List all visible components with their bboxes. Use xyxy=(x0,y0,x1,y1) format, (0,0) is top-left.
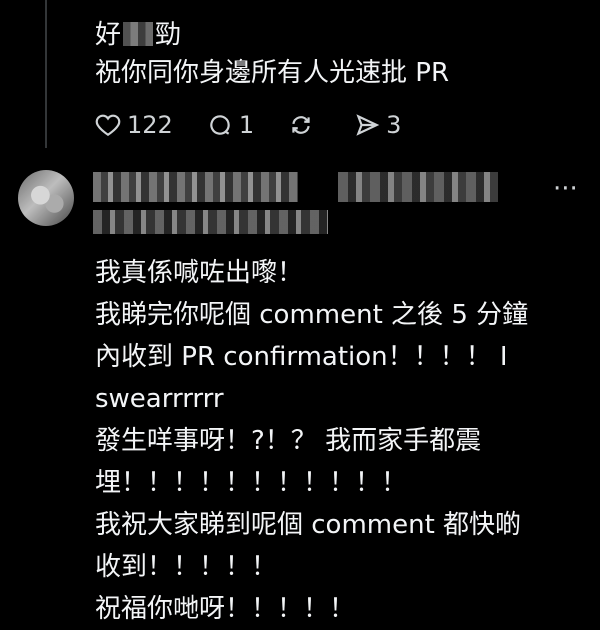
repost-button[interactable] xyxy=(288,112,320,138)
comment-line: 收到！！！！！ xyxy=(95,552,278,582)
username-blur xyxy=(93,172,298,202)
more-options-icon[interactable]: ··· xyxy=(553,174,578,204)
send-icon xyxy=(356,114,380,136)
reply-text-line2: 祝你同你身邊所有人光速批 PR xyxy=(95,58,450,88)
reply-button[interactable]: 1 xyxy=(207,111,254,139)
reply-text-line1: 好勁 xyxy=(95,18,181,52)
comment-line: 祝福你哋呀！！！！！ xyxy=(95,594,356,624)
comment-line: 埋！！！！！！！！！！！ xyxy=(95,468,408,498)
reply-text-prefix: 好 xyxy=(95,20,122,50)
username-blur-secondary xyxy=(338,172,498,202)
share-button[interactable]: 3 xyxy=(354,111,401,139)
comment-line: 我睇完你呢個 comment 之後 5 分鐘 xyxy=(95,300,529,330)
comment-line: 我真係喊咗出嚟！ xyxy=(95,258,304,288)
reply-text-suffix: 勁 xyxy=(155,20,182,50)
like-count: 122 xyxy=(127,111,173,139)
repost-icon xyxy=(292,116,310,134)
thread-line xyxy=(45,0,47,148)
heart-icon xyxy=(95,114,121,137)
comment-line: 內收到 PR confirmation！！！！ I xyxy=(95,342,508,372)
like-button[interactable]: 122 xyxy=(95,111,173,139)
reply-count: 1 xyxy=(238,111,255,139)
reply-actions: 122 1 3 xyxy=(95,108,435,142)
comment-line: 我祝大家睇到呢個 comment 都快啲 xyxy=(95,510,522,540)
share-count: 3 xyxy=(386,111,402,139)
avatar[interactable] xyxy=(18,170,74,226)
comment-line: 發生咩事呀！?！？ 我而家手都震 xyxy=(95,426,482,456)
comment-line: swearrrrrr xyxy=(95,384,224,414)
censored-blur xyxy=(123,22,154,46)
handle-blur xyxy=(93,210,328,234)
comment-icon xyxy=(210,115,230,135)
comment-body: 我真係喊咗出嚟！ 我睇完你呢個 comment 之後 5 分鐘 內收到 PR c… xyxy=(95,252,585,630)
